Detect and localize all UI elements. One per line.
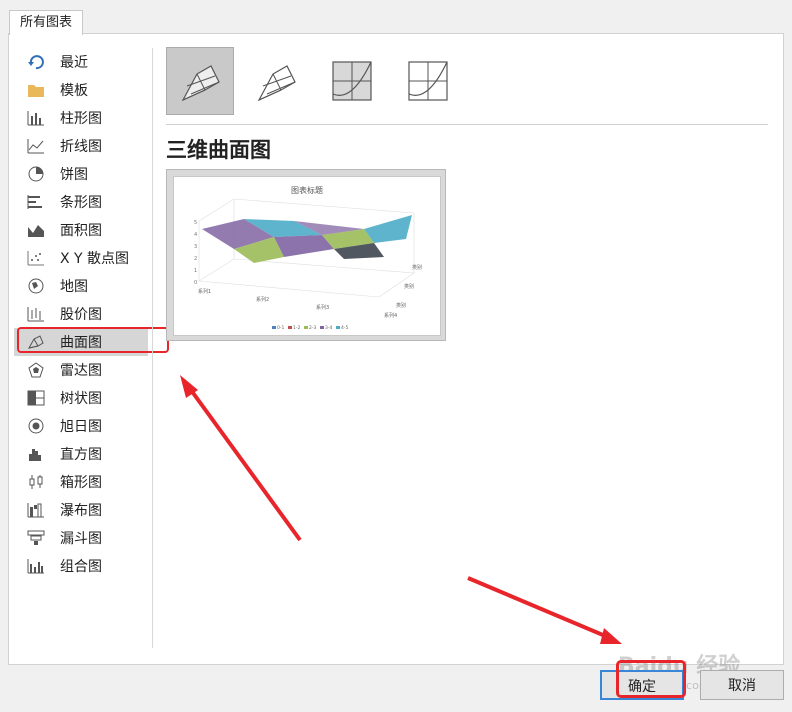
annotation-arrows [180,375,622,644]
cancel-button[interactable]: 取消 [700,670,784,700]
annotation-highlight-ok [616,660,686,698]
tab-all-charts[interactable]: 所有图表 [9,10,83,35]
